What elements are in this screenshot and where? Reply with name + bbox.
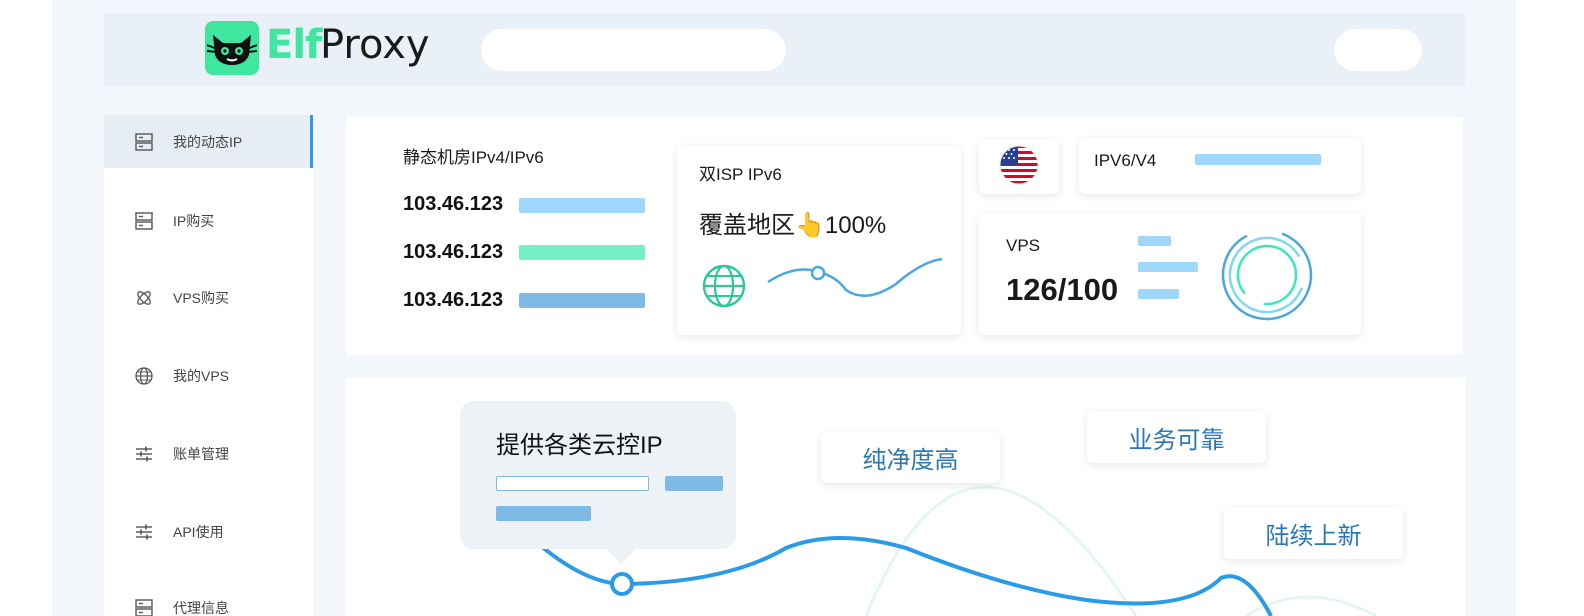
static-ip-title: 静态机房IPv4/IPv6: [403, 148, 544, 167]
sidebar-item-label: 我的VPS: [173, 367, 230, 384]
tag-business-reliable: 业务可靠: [1087, 412, 1266, 463]
bubble-pointer: [605, 547, 637, 565]
ip-usage-bar-2: [519, 245, 645, 260]
sliders-icon: [136, 446, 152, 461]
ip-address-2: 103.46.123: [403, 241, 504, 263]
ipv-usage-bar: [1195, 154, 1321, 165]
tag-purity-high: 纯净度高: [821, 432, 1000, 483]
sidebar-item-proxy-info[interactable]: 代理信息: [104, 581, 313, 616]
sliders-icon: [136, 524, 152, 539]
sidebar-item-billing[interactable]: 账单管理: [104, 427, 313, 480]
vps-label: VPS: [1006, 236, 1041, 255]
isp-title: 双ISP IPv6: [699, 165, 782, 184]
ipv-label: IPV6/V4: [1094, 151, 1157, 170]
trend-wave-graphic: [767, 257, 943, 297]
ip-usage-bar-3: [519, 293, 645, 308]
vps-ring-gauge: [1221, 229, 1313, 321]
vps-bar-2: [1138, 262, 1198, 272]
vps-bar-3: [1138, 289, 1179, 299]
ip-usage-bar-1: [519, 198, 645, 213]
vps-bar-1: [1138, 236, 1171, 246]
feature-bubble: [460, 401, 736, 549]
coverage-text: 覆盖地区👆100%: [699, 212, 887, 239]
globe-icon: [702, 264, 746, 308]
server-icon: [135, 598, 153, 616]
logo-cat-icon[interactable]: [205, 21, 259, 75]
sidebar-item-label: API使用: [173, 523, 224, 540]
atom-icon: [137, 290, 151, 305]
sidebar-item-my-vps[interactable]: 我的VPS: [104, 349, 313, 402]
tag-new-arrivals: 陆续上新: [1224, 508, 1403, 559]
globe-icon: [135, 366, 153, 385]
bubble-bar-medium: [496, 506, 591, 521]
user-menu-button[interactable]: [1334, 29, 1422, 71]
sidebar-item-vps-purchase[interactable]: VPS购买: [104, 271, 313, 324]
server-icon: [135, 132, 153, 151]
sidebar-item-my-dynamic-ip[interactable]: 我的动态IP: [104, 115, 313, 168]
logo-text-elf: Elf: [266, 22, 322, 68]
bubble-bar-short: [665, 476, 723, 491]
bubble-input-placeholder: [496, 476, 649, 491]
sidebar-item-label: IP购买: [173, 212, 215, 229]
sidebar-item-api-usage[interactable]: API使用: [104, 505, 313, 558]
tag-label: 业务可靠: [1128, 427, 1225, 454]
server-icon: [135, 211, 153, 230]
ip-address-3: 103.46.123: [403, 289, 504, 311]
sidebar: 我的动态IP IP购买 VPS购买 我的VPS 账单管理 API使用 代理信息: [104, 115, 313, 616]
tag-label: 纯净度高: [862, 447, 959, 474]
sidebar-item-label: 代理信息: [173, 599, 229, 616]
sidebar-item-label: 账单管理: [173, 445, 229, 462]
sidebar-item-label: VPS购买: [173, 289, 230, 306]
us-flag-icon: [999, 145, 1039, 185]
search-input[interactable]: [481, 29, 786, 71]
tag-label: 陆续上新: [1265, 523, 1362, 550]
sidebar-item-ip-purchase[interactable]: IP购买: [104, 194, 313, 247]
vps-count: 126/100: [1006, 272, 1119, 307]
ip-address-1: 103.46.123: [403, 193, 504, 215]
feature-bubble-title: 提供各类云控IP: [496, 432, 663, 459]
sidebar-item-label: 我的动态IP: [173, 133, 243, 150]
logo-text-proxy: Proxy: [320, 22, 430, 68]
